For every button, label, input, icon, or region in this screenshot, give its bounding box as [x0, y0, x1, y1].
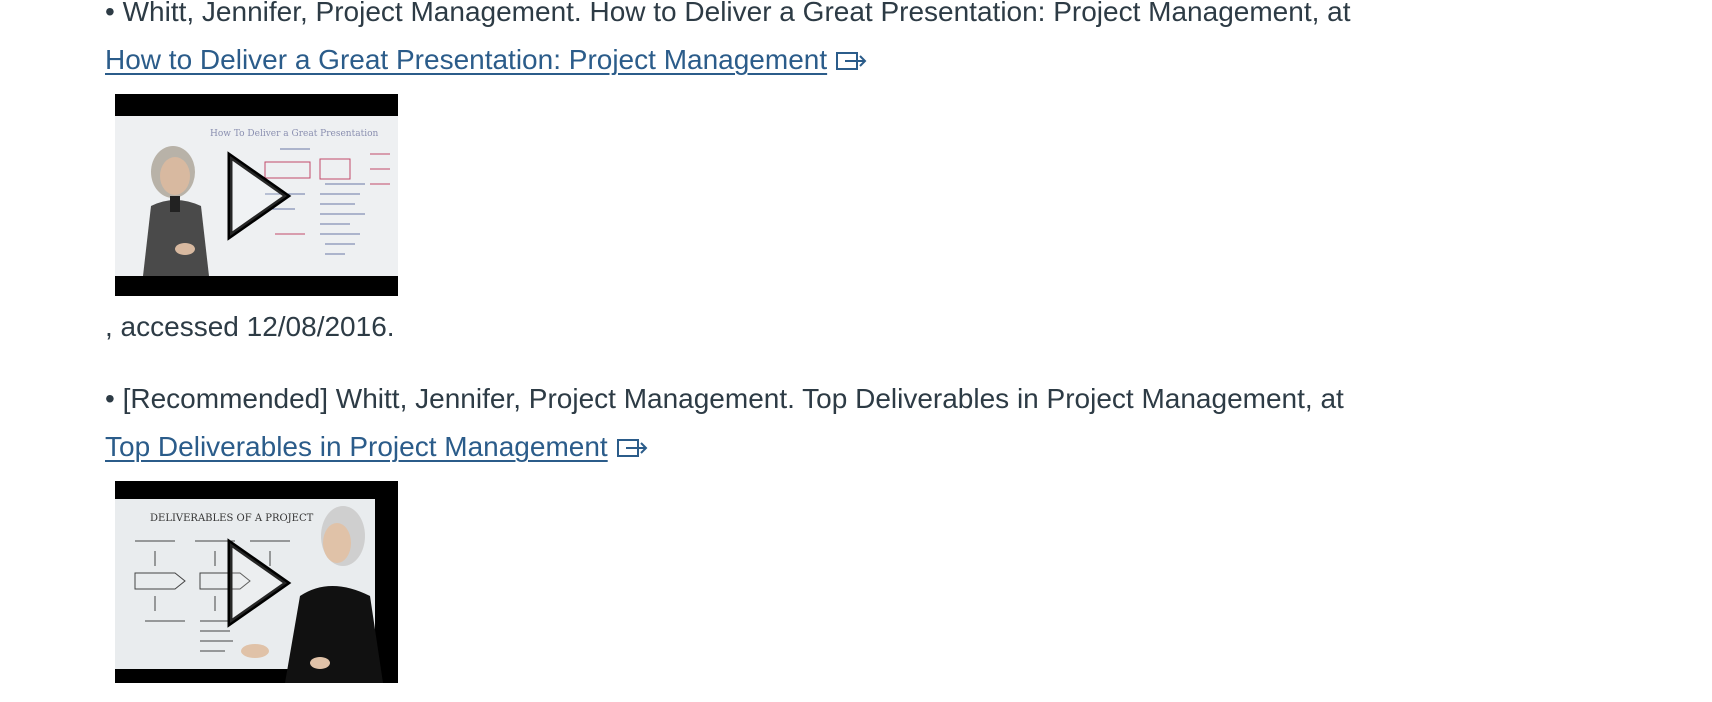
external-link-icon: [835, 42, 869, 70]
reference-citation: • Whitt, Jennifer, Project Management. H…: [105, 0, 1665, 36]
references-list: • Whitt, Jennifer, Project Management. H…: [105, 0, 1665, 683]
citation-text: Whitt, Jennifer, Project Management. How…: [122, 0, 1351, 27]
video-thumbnail[interactable]: DELIVERABLES OF A PROJECT: [115, 481, 398, 683]
bullet: •: [105, 0, 115, 27]
whiteboard-title: DELIVERABLES OF A PROJECT: [150, 513, 314, 524]
reference-entry: • [Recommended] Whitt, Jennifer, Project…: [105, 375, 1665, 683]
presentation-video-link[interactable]: How to Deliver a Great Presentation: Pro…: [105, 44, 827, 75]
citation-text: [Recommended] Whitt, Jennifer, Project M…: [122, 383, 1344, 414]
reference-link-line: Top Deliverables in Project Management: [105, 423, 1665, 471]
external-link-icon: [616, 429, 650, 457]
video-thumbnail[interactable]: How To Deliver a Great Presentation: [115, 94, 398, 296]
bullet: •: [105, 383, 115, 414]
reference-entry: • Whitt, Jennifer, Project Management. H…: [105, 0, 1665, 351]
reference-link-line: How to Deliver a Great Presentation: Pro…: [105, 36, 1665, 84]
whiteboard-title: How To Deliver a Great Presentation: [210, 129, 378, 139]
deliverables-video-link[interactable]: Top Deliverables in Project Management: [105, 431, 608, 462]
reference-citation: • [Recommended] Whitt, Jennifer, Project…: [105, 375, 1665, 423]
accessed-date: , accessed 12/08/2016.: [105, 311, 395, 342]
